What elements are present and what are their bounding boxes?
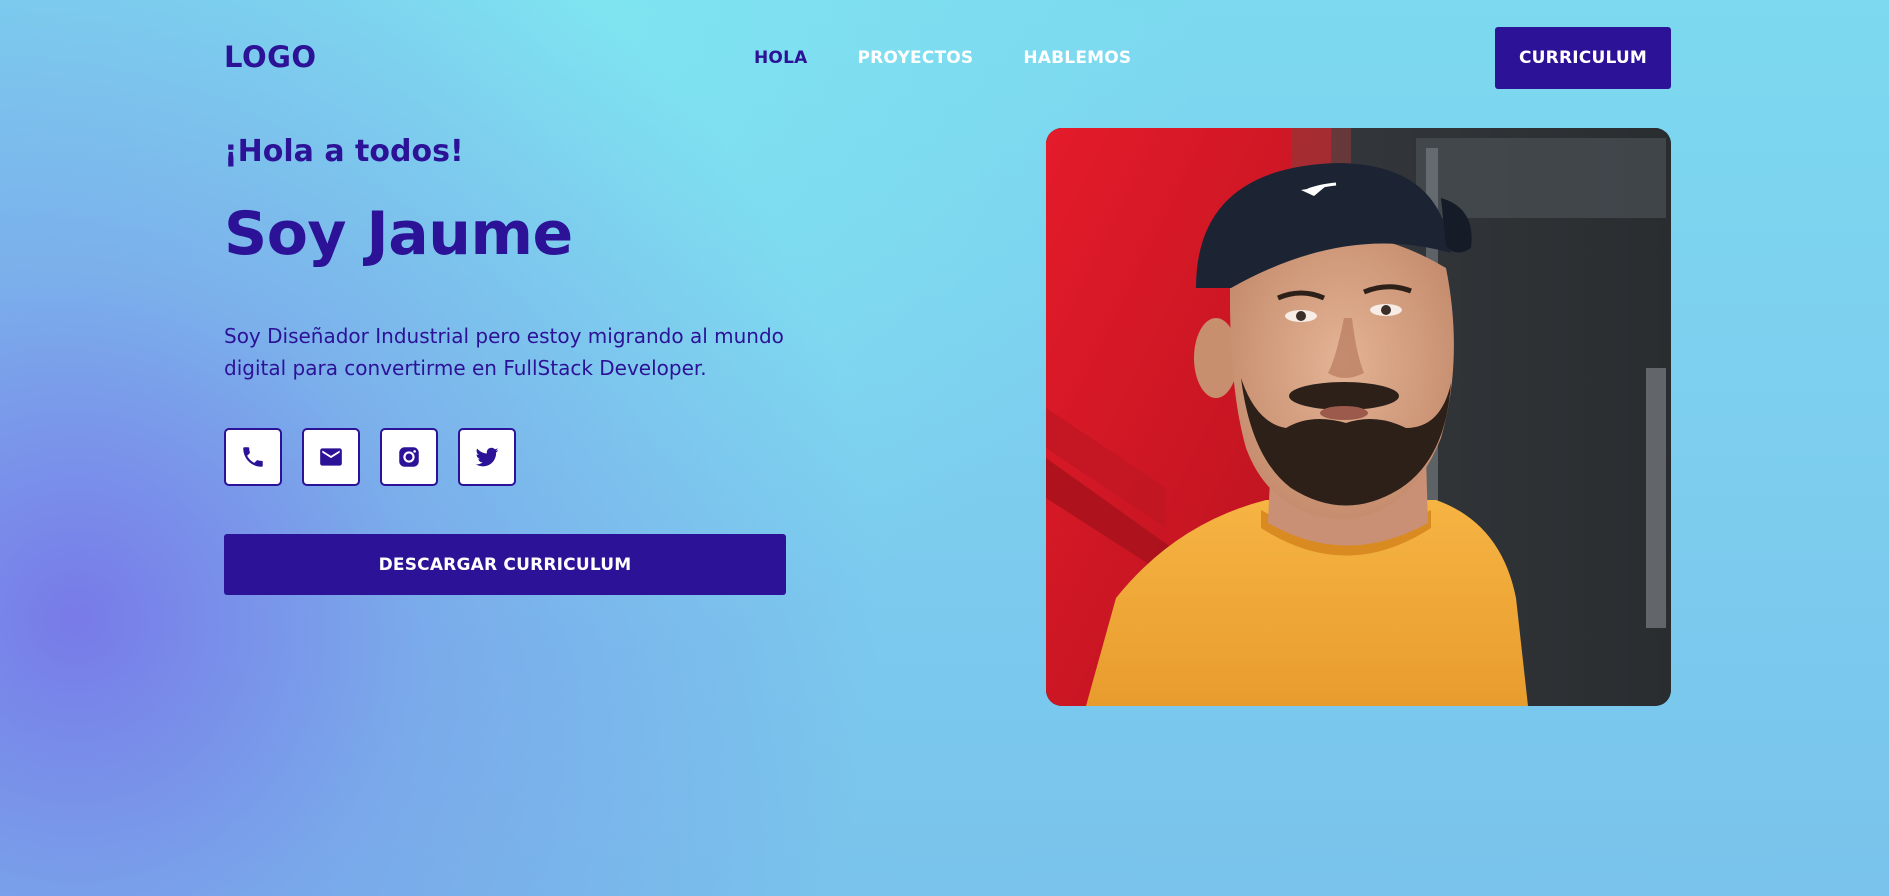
logo[interactable]: LOGO — [224, 40, 317, 74]
nav-link-proyectos[interactable]: PROYECTOS — [857, 48, 973, 68]
mail-button[interactable] — [302, 428, 360, 486]
instagram-icon — [399, 447, 419, 467]
hero-title: Soy Jaume — [224, 199, 573, 269]
twitter-button[interactable] — [458, 428, 516, 486]
nav-link-hablemos[interactable]: HABLEMOS — [1023, 48, 1131, 68]
social-links — [224, 428, 804, 486]
profile-photo — [1046, 128, 1671, 706]
mail-icon — [320, 448, 342, 466]
twitter-icon — [475, 447, 499, 467]
nav-links: HOLA PROYECTOS HABLEMOS — [754, 48, 1181, 68]
phone-icon — [243, 447, 263, 467]
phone-button[interactable] — [224, 428, 282, 486]
hero-bio: Soy Diseñador Industrial pero estoy migr… — [224, 324, 784, 380]
hero-section: ¡Hola a todos! Soy Jaume Soy Diseñador I… — [224, 130, 804, 595]
download-curriculum-button[interactable]: DESCARGAR CURRICULUM — [224, 534, 786, 595]
nav-link-hola[interactable]: HOLA — [754, 48, 807, 68]
top-navigation: LOGO HOLA PROYECTOS HABLEMOS CURRICULUM — [0, 0, 1889, 116]
hero-greeting: ¡Hola a todos! — [224, 134, 464, 169]
instagram-button[interactable] — [380, 428, 438, 486]
portrait-illustration — [1046, 128, 1671, 706]
curriculum-button[interactable]: CURRICULUM — [1495, 27, 1671, 89]
